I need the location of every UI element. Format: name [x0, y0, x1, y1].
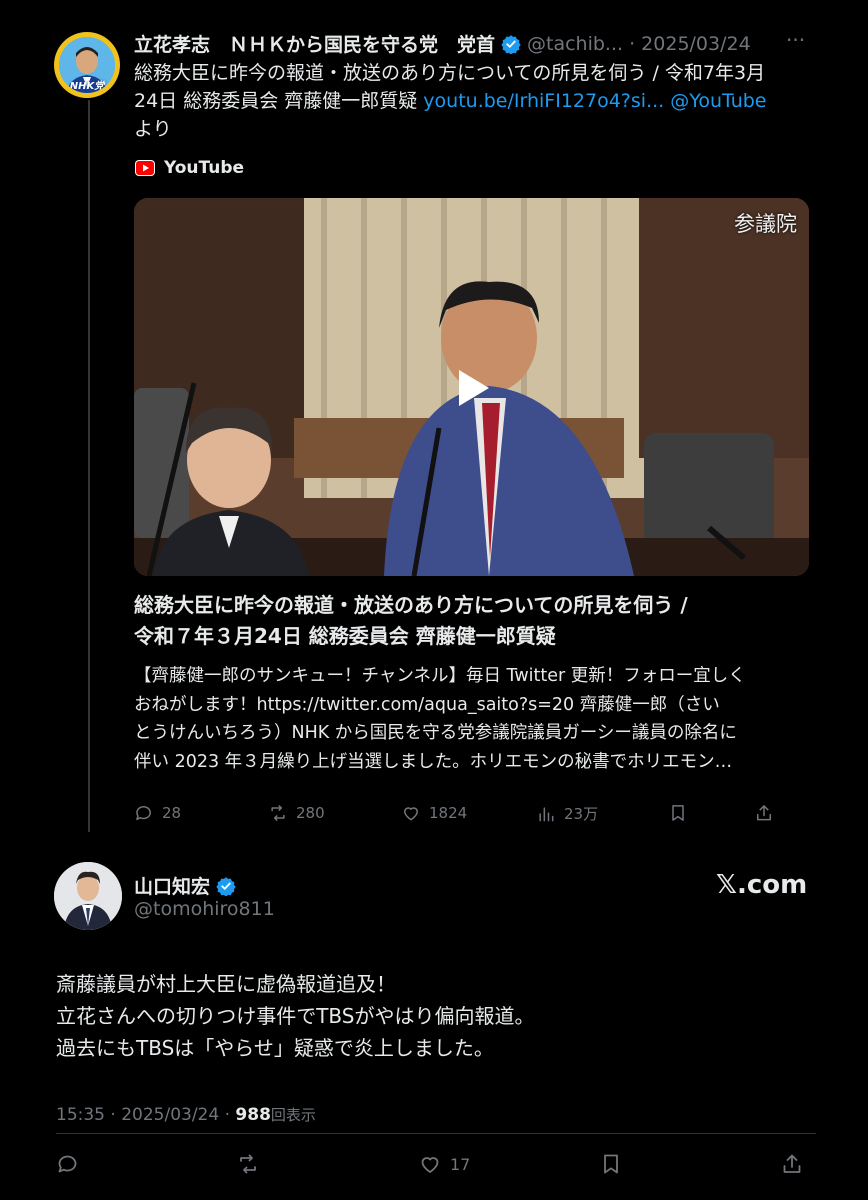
- repost-count: 280: [296, 804, 325, 822]
- reply-button[interactable]: [56, 1152, 80, 1176]
- text-line: 斎藤議員が村上大臣に虚偽報道追及！: [56, 972, 396, 996]
- analytics-icon: [539, 806, 554, 821]
- text-segment: 24日 総務委員会 齊藤健一郎質疑: [134, 90, 424, 112]
- quoted-post-header: 立花孝志 ＮＨＫから国民を守る党 党首 @tachib... · 2025/03…: [134, 30, 751, 57]
- view-count: 988: [235, 1105, 271, 1125]
- like-button[interactable]: 1824: [401, 803, 467, 823]
- repost-button[interactable]: 280: [268, 803, 325, 823]
- link-card-source: YouTube: [134, 157, 244, 179]
- main-post-author-row: 山口知宏: [134, 872, 236, 899]
- card-desc-line: とうけんいちろう）NHK から国民を守る党参議院議員ガーシー議員の除名に: [134, 723, 737, 743]
- handle-and-date[interactable]: @tachib... · 2025/03/24: [527, 33, 751, 55]
- youtube-icon: [135, 160, 155, 176]
- repost-icon: [271, 805, 285, 821]
- video-watermark: 参議院: [734, 212, 797, 236]
- text-line: 24日 総務委員会 齊藤健一郎質疑 youtu.be/IrhiFI127o4?s…: [134, 87, 824, 115]
- card-desc-line: 伴い 2023 年３月繰り上げ当選しました。ホリエモンの秘書でホリエモン…: [134, 751, 733, 772]
- author-name[interactable]: 山口知宏: [134, 872, 210, 899]
- author-handle[interactable]: @tomohiro811: [134, 898, 275, 920]
- person-photo-icon: [54, 862, 122, 930]
- share-button[interactable]: [754, 803, 774, 823]
- main-post-text: 斎藤議員が村上大臣に虚偽報道追及！ 立花さんへの切りつけ事件でTBSがやはり偏向…: [56, 968, 816, 1064]
- heart-icon: [404, 807, 418, 821]
- like-count: 17: [450, 1154, 471, 1174]
- heart-icon: [421, 1157, 439, 1173]
- bookmark-icon: [604, 1154, 618, 1174]
- divider: [56, 1133, 816, 1134]
- text-line: 過去にもTBSは「やらせ」疑惑で炎上しました。: [56, 1036, 494, 1060]
- link-card-description: 【齊藤健一郎のサンキュー！チャンネル】毎日 Twitter 更新！フォロー宜しく…: [134, 662, 814, 776]
- bookmark-button[interactable]: [599, 1152, 623, 1176]
- avatar-yamaguchi[interactable]: [54, 862, 122, 930]
- like-button[interactable]: 17: [418, 1152, 470, 1176]
- like-count: 1824: [429, 804, 468, 822]
- views-button[interactable]: 23万: [536, 803, 598, 824]
- card-title-line: 総務大臣に昨今の報道・放送のあり方についての所見を伺う /: [134, 593, 688, 617]
- repost-icon: [240, 1154, 256, 1174]
- text-line: 立花さんへの切りつけ事件でTBSがやはり偏向報道。: [56, 1004, 535, 1028]
- verified-badge-icon: [216, 876, 236, 896]
- timestamp[interactable]: 15:35 · 2025/03/24 ·: [56, 1105, 235, 1125]
- bookmark-button[interactable]: [668, 803, 688, 823]
- reply-icon: [58, 1155, 77, 1173]
- card-desc-line: おねがします！https://twitter.com/aqua_saito?s=…: [134, 694, 720, 715]
- text-line: より: [134, 118, 172, 140]
- avatar-party-label: NHK党: [69, 81, 105, 92]
- views-count: 23万: [564, 805, 599, 823]
- quoted-post-text: 総務大臣に昨今の報道・放送のあり方についての所見を伺う / 令和7年3月 24日…: [134, 59, 824, 143]
- author-name[interactable]: 立花孝志 ＮＨＫから国民を守る党 党首: [134, 30, 495, 57]
- share-icon: [757, 805, 771, 821]
- avatar-tachibana[interactable]: NHK党: [54, 32, 120, 98]
- share-button[interactable]: [780, 1152, 804, 1176]
- card-desc-line: 【齊藤健一郎のサンキュー！チャンネル】毎日 Twitter 更新！フォロー宜しく: [134, 666, 746, 686]
- youtube-short-link[interactable]: youtu.be/IrhiFI127o4?si...: [423, 90, 664, 112]
- verified-badge-icon: [501, 34, 521, 54]
- reply-button[interactable]: 28: [134, 803, 181, 823]
- source-label: YouTube: [164, 158, 245, 178]
- text-line: 総務大臣に昨今の報道・放送のあり方についての所見を伺う / 令和7年3月: [134, 62, 766, 84]
- thread-connector-line: [88, 100, 90, 832]
- post-metadata: 15:35 · 2025/03/24 · 988回表示: [56, 1104, 316, 1125]
- repost-button[interactable]: [236, 1152, 260, 1176]
- youtube-mention-link[interactable]: @YouTube: [670, 90, 766, 112]
- reply-count: 28: [162, 804, 182, 822]
- card-title-line: 令和７年３月24日 総務委員会 齊藤健一郎質疑: [134, 624, 556, 648]
- link-card-title[interactable]: 総務大臣に昨今の報道・放送のあり方についての所見を伺う / 令和７年３月24日 …: [134, 590, 814, 652]
- view-count-label: 回表示: [270, 1106, 316, 1124]
- video-thumbnail[interactable]: 参議院: [134, 198, 809, 576]
- x-com-logo: 𝕏.com: [716, 870, 808, 900]
- bookmark-icon: [672, 805, 684, 821]
- reply-icon: [136, 806, 151, 820]
- more-options-icon[interactable]: ···: [786, 28, 805, 52]
- share-icon: [783, 1154, 801, 1173]
- play-icon[interactable]: [455, 368, 491, 412]
